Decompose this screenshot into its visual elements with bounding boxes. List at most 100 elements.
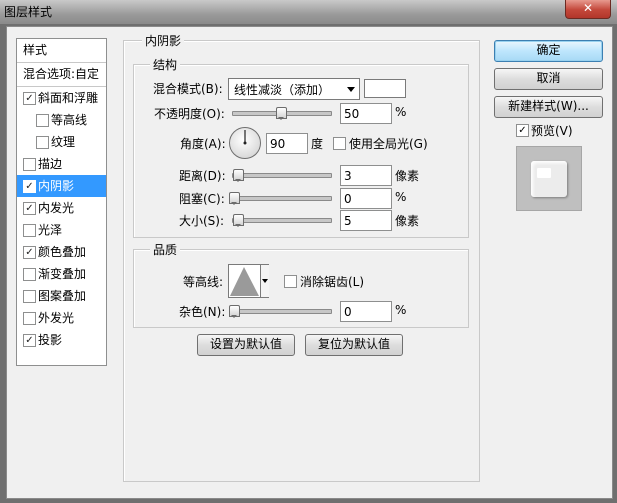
styles-header-label: 样式 [23, 43, 48, 57]
style-item-label: 描边 [38, 157, 63, 171]
style-item-checkbox[interactable]: ✓ [23, 334, 36, 347]
styles-header[interactable]: 样式 [17, 39, 112, 61]
layer-style-dialog: 样式 混合选项:自定 ✓ 斜面和浮雕 等高线 纹理 描边 ✓ 内阴影 ✓ 内发光 光泽 ✓ 颜色叠加渐… [6, 26, 613, 499]
chevron-down-icon [347, 87, 355, 92]
style-item[interactable]: 描边 [17, 153, 106, 175]
global-light-checkbox[interactable] [333, 137, 346, 150]
style-item-label: 等高线 [51, 113, 88, 127]
angle-input-field[interactable] [267, 134, 307, 153]
blend-options-label: 混合选项:自定 [23, 67, 100, 81]
noise-slider[interactable] [229, 305, 332, 319]
style-item[interactable]: ✓ 投影 [17, 329, 106, 351]
angle-dial[interactable] [228, 126, 262, 160]
size-label: 大小(S): [179, 214, 225, 228]
title-bar[interactable]: 图层样式 ✕ [0, 0, 617, 24]
distance-unit: 像素 [395, 169, 420, 183]
style-item-label: 光泽 [38, 223, 63, 237]
style-item-checkbox[interactable]: ✓ [23, 180, 36, 193]
choke-input-field[interactable] [341, 189, 391, 208]
style-item[interactable]: 图案叠加 [17, 285, 106, 307]
chevron-down-icon [262, 279, 268, 283]
style-item[interactable]: ✓ 内发光 [17, 197, 106, 219]
structure-title: 结构 [150, 56, 181, 73]
blend-mode-select[interactable]: 线性减淡（添加） [228, 78, 360, 100]
preview-label[interactable]: 预览(V) [531, 122, 573, 139]
style-item[interactable]: ✓ 内阴影 [17, 175, 106, 197]
choke-input[interactable] [340, 188, 392, 209]
noise-unit: % [395, 303, 407, 317]
contour-curve-icon [230, 267, 259, 296]
style-item-checkbox[interactable] [36, 114, 49, 127]
style-item-label: 内发光 [38, 201, 75, 215]
opacity-slider-handle[interactable] [276, 107, 287, 120]
make-default-button[interactable]: 设置为默认值 [197, 334, 295, 356]
opacity-slider[interactable] [232, 107, 332, 121]
style-item-label: 图案叠加 [38, 289, 87, 303]
style-item-checkbox[interactable]: ✓ [23, 202, 36, 215]
preview-checkbox[interactable]: ✓ [516, 124, 529, 137]
style-item-label: 颜色叠加 [38, 245, 87, 259]
contour-dropdown-button[interactable] [260, 265, 269, 297]
style-item-checkbox[interactable] [23, 224, 36, 237]
style-item-checkbox[interactable] [23, 290, 36, 303]
style-item[interactable]: 纹理 [17, 131, 106, 153]
ok-button[interactable]: 确定 [494, 40, 603, 62]
noise-input[interactable] [340, 301, 392, 322]
global-light-label[interactable]: 使用全局光(G) [349, 135, 428, 152]
size-input-field[interactable] [341, 211, 391, 230]
style-item[interactable]: 光泽 [17, 219, 106, 241]
close-icon: ✕ [582, 1, 594, 15]
opacity-label: 不透明度(O): [154, 107, 225, 121]
distance-input[interactable] [340, 165, 392, 186]
distance-slider[interactable] [232, 169, 332, 183]
distance-slider-handle[interactable] [233, 169, 244, 182]
style-item-checkbox[interactable] [23, 158, 36, 171]
blend-options-item[interactable]: 混合选项:自定 [17, 63, 112, 85]
style-item-label: 斜面和浮雕 [38, 91, 99, 105]
style-item-label: 纹理 [51, 135, 76, 149]
style-item-checkbox[interactable] [23, 312, 36, 325]
cancel-button[interactable]: 取消 [494, 68, 603, 90]
shadow-color-swatch[interactable] [364, 79, 406, 98]
opacity-unit: % [395, 105, 407, 119]
contour-picker[interactable] [228, 264, 269, 298]
styles-list: 样式 混合选项:自定 ✓ 斜面和浮雕 等高线 纹理 描边 ✓ 内阴影 ✓ 内发光 光泽 ✓ 颜色叠加渐… [16, 38, 107, 366]
blend-mode-value: 线性减淡（添加） [234, 83, 331, 97]
choke-unit: % [395, 190, 407, 204]
blend-mode-label: 混合模式(B): [153, 82, 223, 96]
size-input[interactable] [340, 210, 392, 231]
style-item[interactable]: ✓ 斜面和浮雕 [17, 87, 106, 109]
noise-slider-handle[interactable] [229, 305, 240, 318]
opacity-input-field[interactable] [341, 104, 391, 123]
style-item[interactable]: ✓ 颜色叠加 [17, 241, 106, 263]
new-style-button[interactable]: 新建样式(W)... [494, 96, 603, 118]
close-button[interactable]: ✕ [565, 0, 611, 19]
style-item[interactable]: 外发光 [17, 307, 106, 329]
opacity-input[interactable] [340, 103, 392, 124]
noise-input-field[interactable] [341, 302, 391, 321]
style-item-label: 投影 [38, 333, 63, 347]
choke-slider[interactable] [229, 192, 332, 206]
inner-shadow-title: 内阴影 [142, 32, 185, 49]
style-item-checkbox[interactable]: ✓ [23, 246, 36, 259]
size-unit: 像素 [395, 214, 420, 228]
style-item-checkbox[interactable] [23, 268, 36, 281]
style-item-checkbox[interactable]: ✓ [23, 92, 36, 105]
choke-slider-handle[interactable] [229, 192, 240, 205]
angle-input[interactable] [266, 133, 308, 154]
preview-thumbnail [516, 146, 582, 211]
size-slider-handle[interactable] [233, 214, 244, 227]
distance-input-field[interactable] [341, 166, 391, 185]
quality-title: 品质 [150, 241, 181, 258]
style-item-label: 渐变叠加 [38, 267, 87, 281]
contour-label: 等高线: [183, 275, 224, 289]
size-slider[interactable] [232, 214, 332, 228]
noise-label: 杂色(N): [179, 305, 226, 319]
anti-alias-label[interactable]: 消除锯齿(L) [300, 273, 364, 290]
style-item[interactable]: 等高线 [17, 109, 106, 131]
angle-label: 角度(A): [180, 137, 226, 151]
style-item[interactable]: 渐变叠加 [17, 263, 106, 285]
style-item-checkbox[interactable] [36, 136, 49, 149]
reset-default-button[interactable]: 复位为默认值 [305, 334, 403, 356]
anti-alias-checkbox[interactable] [284, 275, 297, 288]
